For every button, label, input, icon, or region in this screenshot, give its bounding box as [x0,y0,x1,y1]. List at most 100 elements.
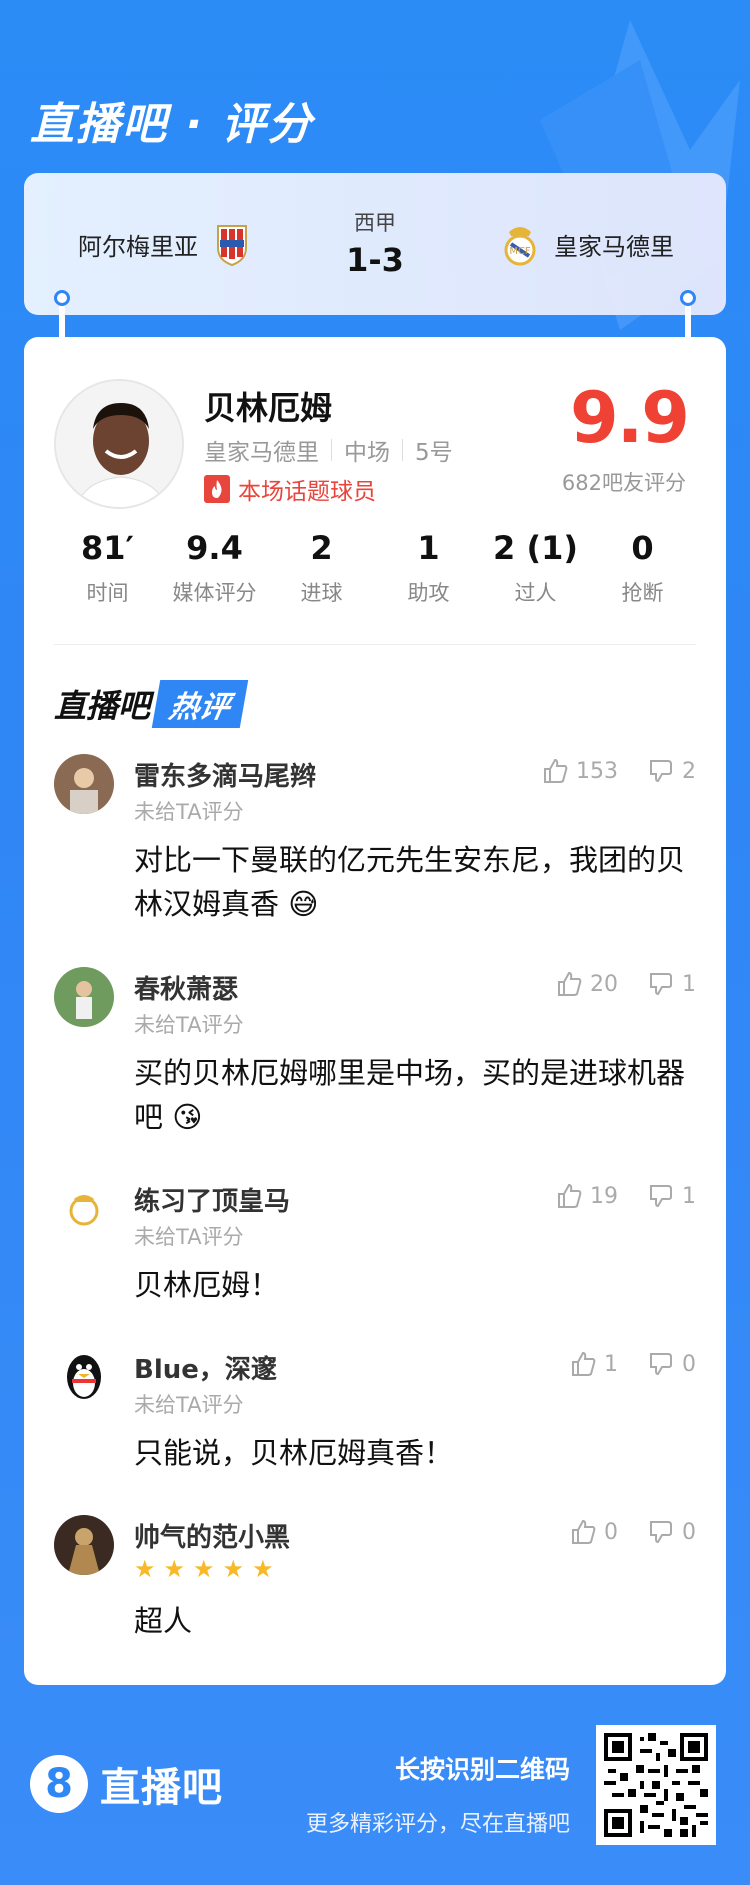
stat-dribbles: 2 (1) 过人 [482,529,589,607]
page-title: 直播吧 · 评分 [30,99,314,150]
flame-icon [204,475,230,503]
stat-label: 过人 [514,581,557,605]
thumbs-down-icon [650,1353,672,1376]
like-count: 153 [576,758,618,784]
dislike-count: 1 [682,1183,696,1209]
comment-username[interactable]: 练习了顶皇马 [134,1181,290,1218]
stat-value: 2 [310,529,333,567]
hot-tag-label: 本场话题球员 [238,479,376,505]
comment-text: 买的贝林厄姆哪里是中场，买的是进球机器吧 😘 [134,1051,694,1139]
logo-text: 直播吧 [100,1765,223,1811]
player-avatar[interactable] [54,379,184,509]
comment-rating-status: 未给TA评分 [134,800,244,824]
comment-rating-status: 未给TA评分 [134,1013,244,1037]
away-team-name: 皇家马德里 [554,232,674,261]
thumbs-down-icon [650,1185,672,1208]
connector-dot [54,290,70,306]
comment-actions: 20 1 [526,971,696,997]
dislike-button[interactable]: 1 [648,1183,696,1209]
comment-item: 练习了顶皇马 未给TA评分 19 1 贝林厄姆！ [54,1179,696,1309]
like-count: 20 [590,971,618,997]
away-team: MCF 皇家马德里 [500,221,674,267]
league-name: 西甲 [354,211,396,235]
comment-body: 买的贝林厄姆哪里是中场，买的是进球机器吧 [134,1056,686,1134]
comment-actions: 1 0 [540,1351,696,1377]
star-icon: ★ [163,1555,186,1583]
dislike-count: 1 [682,971,696,997]
comment-username[interactable]: 雷东多滴马尾辫 [134,756,316,793]
home-team-name: 阿尔梅里亚 [78,232,198,261]
emoji-kiss-icon: 😘 [172,1100,203,1134]
comment-actions: 19 1 [526,1183,696,1209]
like-count: 19 [590,1183,618,1209]
comment-username[interactable]: 春秋萧瑟 [134,969,238,1006]
user-rating-stars: ★ ★ ★ ★ ★ [134,1555,274,1583]
home-team: 阿尔梅里亚 [78,221,252,267]
match-card: 阿尔梅里亚 西甲 1-3 MCF 皇家马德里 [24,173,726,315]
player-name: 贝林厄姆 [204,389,333,427]
stat-value: 2 (1) [493,529,578,567]
player-position: 中场 [344,440,390,466]
dislike-count: 2 [682,758,696,784]
stat-label: 进球 [300,581,343,605]
dislike-button[interactable]: 1 [648,971,696,997]
star-icon: ★ [134,1555,156,1583]
player-rating-card: 贝林厄姆 皇家马德里 中场 5号 本场话题球员 9.9 682吧友评分 81′ … [24,337,726,1685]
comment-text: 超人 [134,1604,193,1638]
dislike-button[interactable]: 0 [648,1351,696,1377]
dislike-button[interactable]: 2 [648,758,696,784]
user-avatar[interactable] [54,754,114,814]
user-avatar[interactable] [54,967,114,1027]
connector-dot [680,290,696,306]
player-stats: 81′ 时间 9.4 媒体评分 2 进球 1 助攻 2 (1) 过人 0 抢断 [54,529,696,607]
fan-rating-value: 9.9 [569,377,690,459]
comment-item: Blue，深邃 未给TA评分 1 0 只能说，贝林厄姆真香！ [54,1347,696,1477]
hot-header-badge: 热评 [151,680,249,728]
stat-label: 时间 [86,581,129,605]
comment-text: 只能说，贝林厄姆真香！ [134,1436,454,1470]
thumbs-up-icon [558,971,582,996]
comment-actions: 0 0 [540,1519,696,1545]
qr-code[interactable] [596,1725,716,1845]
user-avatar[interactable] [54,1347,114,1407]
comment-rating-status: 未给TA评分 [134,1225,244,1249]
footer-tagline: 更多精彩评分，尽在直播吧 [305,1812,570,1837]
comment-item: 帅气的范小黑 ★ ★ ★ ★ ★ 0 0 超人 [54,1515,696,1645]
dislike-count: 0 [682,1519,696,1545]
comment-username[interactable]: 帅气的范小黑 [134,1517,290,1554]
logo-8-icon: 8 [30,1755,88,1813]
comment-item: 雷东多滴马尾辫 未给TA评分 153 2 对比一下曼联的亿元先生安东尼，我团的贝… [54,754,696,934]
comment-body: 对比一下曼联的亿元先生安东尼，我团的贝林汉姆真香 [134,843,686,921]
stat-value: 81′ [81,529,134,567]
like-button[interactable]: 153 [542,758,618,784]
match-info: 西甲 1-3 [295,207,455,279]
player-number: 5号 [415,440,453,466]
like-button[interactable]: 19 [556,1183,618,1209]
stat-tackles: 0 抢断 [589,529,696,607]
thumbs-up-icon [558,1183,582,1208]
hot-player-tag: 本场话题球员 [204,472,376,506]
star-icon: ★ [222,1555,245,1583]
player-meta: 皇家马德里 中场 5号 [204,433,453,467]
like-count: 0 [604,1519,618,1545]
stat-minutes: 81′ 时间 [54,529,161,607]
like-button[interactable]: 20 [556,971,618,997]
stat-value: 9.4 [186,529,243,567]
user-avatar[interactable] [54,1179,114,1239]
fan-rating-count: 682吧友评分 [561,471,686,495]
user-avatar[interactable] [54,1515,114,1575]
thumbs-down-icon [650,760,672,783]
comment-username[interactable]: Blue，深邃 [134,1349,277,1386]
like-button[interactable]: 0 [570,1519,618,1545]
dislike-button[interactable]: 0 [648,1519,696,1545]
like-count: 1 [604,1351,618,1377]
stat-goals: 2 进球 [268,529,375,607]
section-divider [54,644,696,645]
almeria-crest-icon [212,221,252,267]
comment-text: 对比一下曼联的亿元先生安东尼，我团的贝林汉姆真香 😅 [134,838,694,926]
thumbs-up-icon [572,1351,596,1376]
footer-logo: 8 直播吧 [30,1755,223,1813]
like-button[interactable]: 1 [570,1351,618,1377]
qr-hint: 长按识别二维码 [394,1755,570,1784]
star-icon: ★ [193,1555,215,1583]
